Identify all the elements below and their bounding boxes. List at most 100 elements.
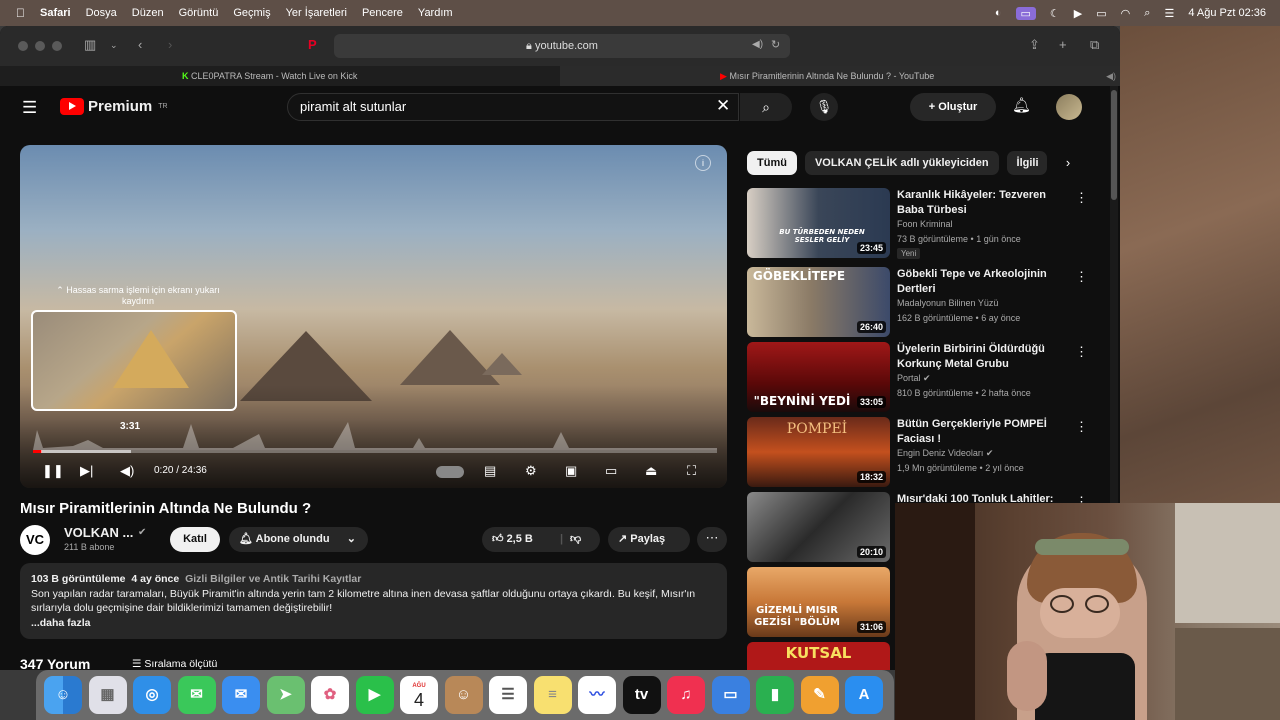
channel-avatar[interactable]: VC bbox=[20, 525, 50, 555]
calendar-icon[interactable]: AĞU 4 bbox=[400, 676, 438, 714]
volume-icon[interactable]: ◀) bbox=[120, 463, 134, 479]
pages-icon[interactable]: ✎ bbox=[800, 676, 839, 714]
channel-name[interactable]: VOLKAN ... bbox=[64, 525, 133, 540]
menu-item-help[interactable]: Yardım bbox=[418, 7, 453, 19]
apple-menu-icon[interactable]:  bbox=[16, 6, 25, 20]
video-thumbnail[interactable]: "BEYNİNİ YEDİ 33:05 bbox=[747, 342, 890, 412]
pause-icon[interactable]: ❚❚ bbox=[42, 463, 64, 479]
tv-icon[interactable]: tv bbox=[622, 676, 661, 714]
recommendation-item[interactable]: POMPEİ 18:32 Bütün Gerçekleriyle POMPEİ … bbox=[747, 417, 1088, 487]
menu-item-file[interactable]: Dosya bbox=[86, 7, 117, 19]
video-thumbnail[interactable]: KUTSAL bbox=[747, 642, 890, 670]
more-actions-button[interactable]: ⋯ bbox=[697, 527, 727, 552]
now-playing-icon[interactable]: ▶ bbox=[1074, 7, 1082, 20]
chevron-right-icon[interactable]: › bbox=[1058, 151, 1078, 175]
numbers-icon[interactable]: ▮ bbox=[756, 676, 794, 714]
youtube-premium-logo[interactable]: Premium TR bbox=[60, 98, 168, 115]
recommendation-item[interactable]: BU TÜRBEDEN NEDEN SESLER GELİY 23:45 Kar… bbox=[747, 188, 1088, 259]
reminders-icon[interactable]: ☰ bbox=[489, 676, 527, 714]
close-window-button[interactable] bbox=[18, 41, 28, 51]
menu-item-edit[interactable]: Düzen bbox=[132, 7, 164, 19]
autoplay-toggle[interactable] bbox=[436, 466, 464, 478]
photos-icon[interactable]: ✿ bbox=[311, 676, 349, 714]
tab-youtube[interactable]: ▶ Mısır Piramitlerinin Altında Ne Bulund… bbox=[560, 66, 1120, 86]
chip-from-uploader[interactable]: VOLKAN ÇELİK adlı yükleyiciden bbox=[804, 151, 999, 175]
like-button[interactable]: 👍︎ 2,5 B bbox=[492, 527, 533, 552]
airplay-icon[interactable]: ⏏ bbox=[645, 463, 657, 479]
tab-overview-icon[interactable]: ⧉ bbox=[1090, 37, 1099, 53]
create-button[interactable]: + Oluştur bbox=[910, 93, 996, 121]
thumbs-down-icon[interactable]: 👎︎ bbox=[570, 527, 581, 552]
safari-icon[interactable]: ◎ bbox=[133, 676, 171, 714]
search-input[interactable]: piramit alt sutunlar bbox=[287, 93, 739, 121]
clear-search-icon[interactable]: ✕ bbox=[716, 96, 730, 116]
tab-audio-icon[interactable]: ◀) bbox=[1106, 66, 1116, 86]
sort-comments-button[interactable]: ☰ Sıralama ölçütü bbox=[132, 658, 217, 670]
menu-app-name[interactable]: Safari bbox=[40, 7, 71, 19]
freeform-icon[interactable]: 〰 bbox=[578, 676, 616, 714]
miniplayer-icon[interactable]: ▣ bbox=[565, 463, 577, 479]
hamburger-menu-icon[interactable]: ☰ bbox=[22, 98, 37, 118]
audio-playing-icon[interactable]: ◀) bbox=[752, 39, 763, 50]
tab-kick-stream[interactable]: K CLE0PATRA Stream - Watch Live on Kick bbox=[0, 66, 560, 86]
recommendation-title[interactable]: Bütün Gerçekleriyle POMPEİ Faciası ! bbox=[897, 417, 1067, 446]
sidebar-toggle-icon[interactable]: ▥ bbox=[84, 37, 96, 53]
forward-arrow-icon[interactable]: › bbox=[168, 37, 172, 52]
facetime-icon[interactable]: ▶ bbox=[355, 676, 394, 714]
music-icon[interactable]: ♫ bbox=[667, 676, 705, 714]
video-thumbnail[interactable]: GİZEMLİ MISIR GEZİSİ "BÖLÜM 31:06 bbox=[747, 567, 890, 637]
recommendation-title[interactable]: Göbekli Tepe ve Arkeolojinin Dertleri bbox=[897, 267, 1067, 296]
wifi-icon[interactable]: ◠ bbox=[1121, 7, 1131, 20]
zoom-window-button[interactable] bbox=[52, 41, 62, 51]
video-thumbnail[interactable]: POMPEİ 18:32 bbox=[747, 417, 890, 487]
more-options-icon[interactable]: ⋮ bbox=[1075, 419, 1088, 435]
recommendation-channel[interactable]: Foon Kriminal bbox=[897, 219, 953, 229]
back-arrow-icon[interactable]: ‹ bbox=[138, 37, 142, 52]
screen-mirroring-icon[interactable]: ▭ bbox=[1015, 6, 1036, 20]
theater-mode-icon[interactable]: ▭ bbox=[605, 463, 617, 479]
recommendation-item[interactable]: GÖBEKLİTEPE 26:40 Göbekli Tepe ve Arkeol… bbox=[747, 267, 1088, 337]
mail-icon[interactable]: ✉ bbox=[222, 676, 260, 714]
share-button[interactable]: ↗ Paylaş bbox=[608, 527, 690, 552]
chevron-down-icon[interactable]: ⌄ bbox=[110, 40, 118, 51]
more-options-icon[interactable]: ⋮ bbox=[1075, 269, 1088, 285]
info-icon[interactable]: i bbox=[695, 155, 711, 171]
video-thumbnail[interactable]: GÖBEKLİTEPE 26:40 bbox=[747, 267, 890, 337]
account-avatar[interactable] bbox=[1056, 94, 1082, 120]
menubar-clock[interactable]: 4 Ağu Pzt 02:36 bbox=[1188, 7, 1266, 19]
show-more-link[interactable]: ...daha fazla bbox=[31, 616, 716, 631]
search-button[interactable]: ⌕ bbox=[740, 93, 792, 121]
focus-moon-icon[interactable]: ☾ bbox=[1050, 7, 1060, 20]
recommendation-title[interactable]: Karanlık Hikâyeler: Tezveren Baba Türbes… bbox=[897, 188, 1067, 217]
address-bar[interactable]: 🔒︎ youtube.com bbox=[334, 34, 790, 58]
recommendation-title[interactable]: Üyelerin Birbirini Öldürdüğü Korkunç Met… bbox=[897, 342, 1067, 371]
recommendation-channel[interactable]: Engin Deniz Videoları ✔ bbox=[897, 448, 993, 459]
voice-search-button[interactable]: 🎙︎ bbox=[810, 93, 838, 121]
spotlight-search-icon[interactable]: ⌕ bbox=[1144, 7, 1150, 20]
more-options-icon[interactable]: ⋮ bbox=[1075, 344, 1088, 360]
minimize-window-button[interactable] bbox=[35, 41, 45, 51]
menu-item-bookmarks[interactable]: Yer İşaretleri bbox=[286, 7, 347, 19]
fullscreen-icon[interactable]: ⛶ bbox=[687, 463, 696, 479]
contacts-icon[interactable]: ☺ bbox=[444, 676, 483, 714]
menu-item-history[interactable]: Geçmiş bbox=[233, 7, 270, 19]
menubar-extension-icon[interactable]: ◐ bbox=[995, 7, 1002, 19]
messages-icon[interactable]: ✉ bbox=[177, 676, 216, 714]
scrollbar-thumb[interactable] bbox=[1111, 90, 1117, 200]
reload-icon[interactable]: ↻ bbox=[771, 38, 780, 51]
pinterest-icon[interactable]: P bbox=[308, 37, 317, 52]
new-tab-icon[interactable]: + bbox=[1059, 37, 1067, 52]
finder-icon[interactable]: ☺ bbox=[44, 676, 82, 714]
share-icon[interactable]: ⇪ bbox=[1029, 37, 1040, 53]
description-tags[interactable]: Gizli Bilgiler ve Antik Tarihi Kayıtlar bbox=[185, 573, 361, 585]
description-box[interactable]: 103 B görüntüleme 4 ay önce Gizli Bilgil… bbox=[20, 563, 727, 639]
menu-item-view[interactable]: Görüntü bbox=[179, 7, 219, 19]
menu-item-window[interactable]: Pencere bbox=[362, 7, 403, 19]
recommendation-item[interactable]: "BEYNİNİ YEDİ 33:05 Üyelerin Birbirini Ö… bbox=[747, 342, 1088, 412]
subtitles-icon[interactable]: ▤ bbox=[484, 463, 496, 479]
maps-icon[interactable]: ➤ bbox=[266, 676, 305, 714]
recommendation-channel[interactable]: Madalyonun Bilinen Yüzü bbox=[897, 298, 998, 308]
launchpad-icon[interactable]: ▦ bbox=[88, 676, 127, 714]
chip-all[interactable]: Tümü bbox=[747, 151, 797, 175]
subscribed-button[interactable]: 🔔︎ Abone olundu ⌄ bbox=[229, 527, 368, 552]
